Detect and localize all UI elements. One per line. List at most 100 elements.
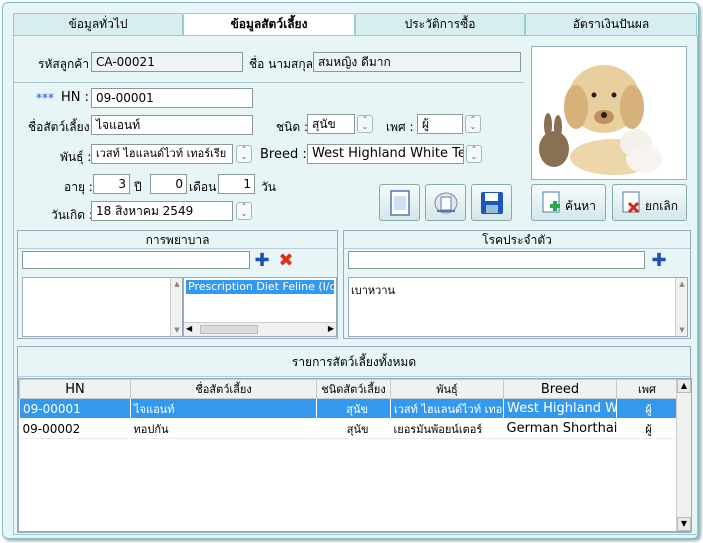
- plus-icon: ✚: [651, 249, 667, 271]
- clear-button[interactable]: [425, 184, 466, 221]
- breed-th-select[interactable]: เวสท์ ไฮแลนด์ไวท์ เทอร์เรีย: [91, 144, 233, 164]
- hn-field[interactable]: 09-00001: [91, 88, 253, 108]
- type-dropdown-arrow[interactable]: ⌃ ⌄: [357, 115, 373, 133]
- eraser-icon: [434, 192, 457, 213]
- diet-available-scrollbar[interactable]: ▲ ▼: [170, 278, 182, 336]
- disease-list-scrollbar[interactable]: ▲ ▼: [675, 278, 687, 336]
- search-add-icon: [542, 191, 561, 212]
- disease-input[interactable]: [348, 251, 645, 269]
- search-button-label: ค้นหา: [565, 199, 596, 213]
- disease-group-title: โรคประจำตัว: [344, 231, 690, 249]
- hscroll-thumb[interactable]: [200, 325, 258, 334]
- type-label: ชนิด :: [276, 120, 308, 134]
- pets-table-scrollbar[interactable]: ▲ ▼: [676, 379, 691, 531]
- tab-bar: ข้อมูลทั่วไป ข้อมูลสัตว์เลี้ยง ประวัติกา…: [13, 13, 697, 37]
- cell-breed-th: เยอรมันพ้อยน์เตอร์: [390, 418, 504, 439]
- pets-table[interactable]: HN ชื่อสัตว์เลี้ยง ชนิดสัตว์เลี้ยง พันธุ…: [18, 378, 692, 532]
- cancel-button-label: ยกเลิก: [644, 199, 679, 213]
- breed-th-dropdown-arrow[interactable]: ⌃ ⌄: [236, 145, 252, 163]
- pet-name-field[interactable]: ไจแอนท์: [91, 115, 253, 135]
- divider: [14, 82, 524, 83]
- sex-select[interactable]: ผู้: [417, 114, 463, 134]
- tab-general[interactable]: ข้อมูลทั่วไป: [13, 13, 183, 35]
- age-months-field[interactable]: 0: [150, 174, 187, 194]
- scroll-up-icon[interactable]: ▲: [171, 280, 182, 288]
- column-header-pet-type[interactable]: ชนิดสัตว์เลี้ยง: [316, 379, 391, 399]
- diet-selected-hscrollbar[interactable]: ◀ ▶: [184, 322, 336, 336]
- customer-code-field[interactable]: CA-00021: [91, 52, 243, 72]
- column-header-breed[interactable]: Breed: [503, 379, 617, 399]
- diet-group-title: การพยาบาล: [18, 231, 337, 249]
- disease-group: โรคประจำตัว ✚ เบาหวาน ▲ ▼: [343, 230, 691, 339]
- column-header-pet-name[interactable]: ชื่อสัตว์เลี้ยง: [130, 379, 317, 399]
- age-label: อายุ :: [64, 180, 93, 194]
- table-header-row: HN ชื่อสัตว์เลี้ยง ชนิดสัตว์เลี้ยง พันธุ…: [19, 379, 678, 399]
- new-document-icon: [389, 189, 410, 216]
- search-button[interactable]: ค้นหา: [531, 184, 606, 221]
- scroll-left-icon[interactable]: ◀: [186, 324, 192, 333]
- plus-icon: ✚: [254, 249, 270, 271]
- sex-dropdown-arrow[interactable]: ⌃ ⌄: [465, 115, 481, 133]
- diet-selected-list[interactable]: Prescription Diet Feline (I/d) ◀ ▶: [183, 277, 337, 337]
- cell-sex: ผู้: [616, 418, 678, 439]
- table-row[interactable]: 09-00001 ไจแอนท์ สุนัข เวสท์ ไฮแลนด์ไวท์…: [19, 398, 678, 419]
- delete-x-icon: ✖: [278, 249, 294, 271]
- diet-input[interactable]: [22, 251, 250, 269]
- tab-dividend-rate[interactable]: อัตราเงินปันผล: [525, 13, 697, 35]
- scroll-down-icon[interactable]: ▼: [171, 326, 182, 334]
- scroll-up-icon[interactable]: ▲: [676, 280, 687, 288]
- pet-photo-image: [532, 47, 686, 179]
- breed-th-label: พันธุ์ :: [60, 150, 92, 164]
- cell-pet-type: สุนัข: [316, 418, 391, 439]
- dob-label: วันเกิด :: [51, 208, 93, 222]
- new-button[interactable]: [379, 184, 420, 221]
- tab-pet-info[interactable]: ข้อมูลสัตว์เลี้ยง: [183, 13, 355, 37]
- cell-breed: West Highland White Terrier: [503, 398, 617, 419]
- cell-breed-th: เวสท์ ไฮแลนด์ไวท์ เทอร์เรีย: [390, 398, 504, 419]
- column-header-sex[interactable]: เพศ: [616, 379, 678, 399]
- age-days-field[interactable]: 1: [218, 174, 255, 194]
- months-unit-label: เดือน: [189, 180, 217, 194]
- table-row[interactable]: 09-00002 ทอปกัน สุนัข เยอรมันพ้อยน์เตอร์…: [19, 418, 678, 439]
- save-disk-icon: [480, 191, 503, 214]
- diet-group: การพยาบาล ✚ ✖ ▲ ▼ Prescription Diet Feli…: [17, 230, 338, 339]
- scroll-down-icon[interactable]: ▼: [676, 326, 687, 334]
- cell-sex: ผู้: [616, 398, 678, 419]
- scroll-up-icon[interactable]: ▲: [677, 379, 691, 393]
- tab-purchase-history[interactable]: ประวัติการซื้อ: [355, 13, 525, 35]
- days-unit-label: วัน: [261, 180, 276, 194]
- add-diet-button[interactable]: ✚: [252, 249, 272, 271]
- column-header-hn[interactable]: HN: [19, 379, 131, 399]
- hn-label: HN :: [61, 90, 90, 105]
- column-header-breed-th[interactable]: พันธุ์: [390, 379, 504, 399]
- remove-diet-button[interactable]: ✖: [276, 249, 296, 271]
- disease-list[interactable]: เบาหวาน ▲ ▼: [348, 277, 688, 337]
- type-select[interactable]: สุนัข: [307, 114, 355, 134]
- cell-hn: 09-00002: [19, 418, 131, 439]
- sex-label: เพศ :: [386, 120, 414, 134]
- save-button[interactable]: [471, 184, 512, 221]
- customer-name-label: ชื่อ นามสกุล :: [249, 57, 321, 71]
- customer-name-field[interactable]: สมหญิง ดีมาก: [313, 52, 521, 72]
- scroll-right-icon[interactable]: ▶: [328, 324, 334, 333]
- disease-list-item[interactable]: เบาหวาน: [349, 278, 687, 302]
- diet-available-list[interactable]: ▲ ▼: [22, 277, 183, 337]
- pet-name-label: ชื่อสัตว์เลี้ยง :: [28, 120, 98, 134]
- diet-selected-item[interactable]: Prescription Diet Feline (I/d): [186, 280, 334, 294]
- pets-group: รายการสัตว์เลี้ยงทั้งหมด HN ชื่อสัตว์เลี…: [17, 346, 692, 533]
- breed-en-dropdown-arrow[interactable]: ⌃ ⌄: [466, 145, 482, 163]
- cancel-x-icon: [622, 191, 640, 213]
- customer-code-label: รหัสลูกค้า :: [38, 57, 97, 71]
- breed-en-label: Breed :: [260, 147, 307, 162]
- scroll-down-icon[interactable]: ▼: [677, 517, 691, 531]
- pet-info-panel: รหัสลูกค้า : CA-00021 ชื่อ นามสกุล : สมห…: [13, 35, 698, 535]
- breed-en-select[interactable]: West Highland White Terr: [307, 144, 464, 164]
- pets-grid: HN ชื่อสัตว์เลี้ยง ชนิดสัตว์เลี้ยง พันธุ…: [19, 379, 678, 439]
- cancel-button[interactable]: ยกเลิก: [612, 184, 687, 221]
- dob-picker[interactable]: 18 สิงหาคม 2549: [91, 201, 233, 221]
- age-years-field[interactable]: 3: [93, 174, 130, 194]
- add-disease-button[interactable]: ✚: [649, 249, 669, 271]
- cell-hn: 09-00001: [19, 398, 131, 419]
- dob-dropdown-arrow[interactable]: ⌃ ⌄: [236, 202, 252, 220]
- cell-pet-name: ไจแอนท์: [130, 398, 317, 419]
